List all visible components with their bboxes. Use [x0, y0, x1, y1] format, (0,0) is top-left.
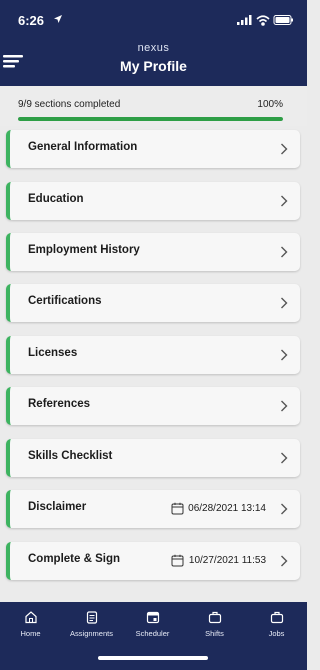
tab-label: Home	[20, 629, 41, 638]
chevron-right-icon	[281, 195, 288, 207]
calendar-icon	[171, 554, 184, 567]
section-label: Skills Checklist	[28, 450, 113, 462]
section-complete-and-sign[interactable]: Complete & Sign 10/27/2021 11:53	[6, 542, 300, 580]
clipboard-icon	[86, 611, 97, 624]
tab-shifts[interactable]: Shifts	[184, 610, 245, 646]
calendar-icon	[146, 611, 159, 624]
chevron-right-icon	[281, 400, 288, 412]
section-label: Licenses	[28, 347, 78, 359]
tab-label: Scheduler	[135, 629, 170, 638]
section-disclaimer[interactable]: Disclaimer 06/28/2021 13:14	[6, 490, 300, 528]
chevron-right-icon	[281, 297, 288, 309]
chevron-right-icon	[281, 555, 288, 567]
completion-date: 06/28/2021 13:14	[188, 503, 266, 514]
section-licenses[interactable]: Licenses	[6, 336, 300, 374]
page-title: My Profile	[120, 58, 187, 74]
status-bar: 6:26	[0, 0, 307, 40]
section-label: Employment History	[28, 244, 140, 256]
tab-label: Shifts	[205, 629, 224, 638]
section-label: Disclaimer	[28, 501, 87, 513]
home-indicator	[98, 656, 208, 660]
section-label: Certifications	[28, 295, 102, 307]
chevron-right-icon	[281, 246, 288, 258]
section-label: References	[28, 398, 91, 410]
calendar-icon	[171, 502, 184, 515]
chevron-right-icon	[281, 349, 288, 361]
chevron-right-icon	[281, 452, 288, 464]
progress-bar	[18, 117, 283, 121]
section-education[interactable]: Education	[6, 182, 300, 220]
section-skills-checklist[interactable]: Skills Checklist	[6, 439, 300, 477]
section-employment-history[interactable]: Employment History	[6, 233, 300, 271]
brand-logo: nexus	[137, 42, 170, 54]
progress-panel: 9/9 sections completed 100%	[0, 86, 307, 126]
chevron-right-icon	[281, 143, 288, 155]
progress-fill	[18, 117, 283, 121]
tab-scheduler[interactable]: Scheduler	[122, 610, 183, 646]
tab-label: Jobs	[268, 629, 285, 638]
tab-assignments[interactable]: Assignments	[61, 610, 122, 646]
battery-icon	[273, 15, 293, 25]
completion-date: 10/27/2021 11:53	[188, 555, 266, 566]
section-certifications[interactable]: Certifications	[6, 284, 300, 322]
tab-jobs[interactable]: Jobs	[246, 610, 307, 646]
section-general-information[interactable]: General Information	[6, 130, 300, 168]
briefcase-icon	[208, 611, 221, 624]
section-label: Education	[28, 193, 84, 205]
section-references[interactable]: References	[6, 387, 300, 425]
chevron-right-icon	[281, 503, 288, 515]
section-label: General Information	[28, 141, 138, 153]
section-label: Complete & Sign	[28, 553, 121, 565]
progress-percent: 100%	[257, 99, 283, 110]
app-header: 6:26 nexus My Profile	[0, 0, 307, 86]
briefcase-icon	[270, 611, 283, 624]
status-icons	[237, 15, 293, 26]
wifi-icon	[256, 15, 270, 26]
progress-label: 9/9 sections completed	[18, 99, 121, 110]
tab-label: Assignments	[70, 629, 113, 638]
tab-home[interactable]: Home	[0, 610, 61, 646]
signal-icon	[237, 15, 252, 25]
location-arrow-icon	[54, 15, 62, 23]
status-time: 6:26	[18, 13, 45, 28]
home-icon	[24, 611, 37, 624]
